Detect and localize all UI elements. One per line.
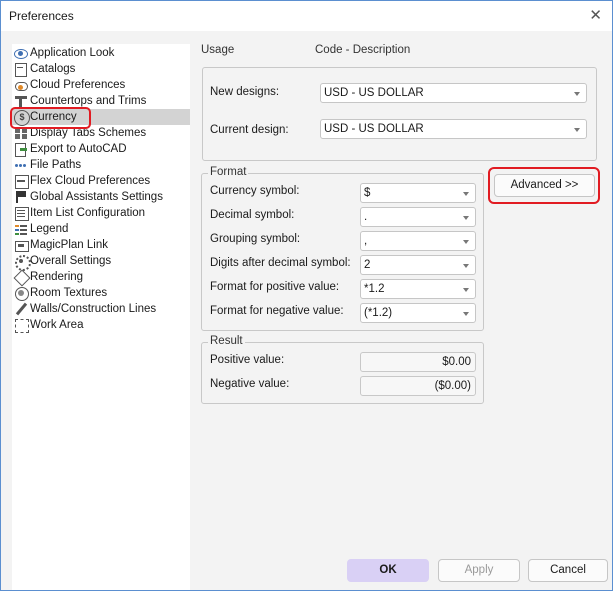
- tree-item-cloud-preferences[interactable]: Cloud Preferences: [12, 77, 190, 93]
- tree-item-label: Cloud Preferences: [30, 79, 126, 91]
- currency-symbol-value: $: [364, 187, 371, 199]
- positive-value-label: Positive value:: [210, 354, 285, 366]
- tree-item-label: Rendering: [30, 271, 84, 283]
- tree-item-label: File Paths: [30, 159, 82, 171]
- new-designs-label: New designs:: [210, 86, 280, 98]
- positive-format-label: Format for positive value:: [210, 281, 340, 293]
- digits-after-decimal-label: Digits after decimal symbol:: [210, 257, 351, 269]
- current-design-value: USD - US DOLLAR: [324, 123, 424, 135]
- tree-item-label: Catalogs: [30, 63, 76, 75]
- tree-item-label: Export to AutoCAD: [30, 143, 127, 155]
- current-design-label: Current design:: [210, 124, 289, 136]
- tree-item-rendering[interactable]: Rendering: [12, 269, 190, 285]
- tree-item-file-paths[interactable]: File Paths: [12, 157, 190, 173]
- magicplan-icon: [14, 238, 29, 252]
- tree-item-work-area[interactable]: Work Area: [12, 317, 190, 333]
- texture-icon: [14, 286, 29, 301]
- flag-icon: [14, 190, 28, 204]
- positive-value-field: $0.00: [360, 352, 476, 372]
- tree-item-flex-cloud-preferences[interactable]: Flex Cloud Preferences: [12, 173, 190, 189]
- decimal-symbol-select[interactable]: .: [360, 207, 476, 227]
- format-group-label: Format: [208, 166, 249, 178]
- legend-icon: [14, 222, 28, 236]
- flex-cloud-icon: [14, 174, 29, 189]
- negative-value-label: Negative value:: [210, 378, 290, 390]
- work-area-icon: [14, 318, 29, 333]
- chevron-down-icon: [463, 264, 469, 268]
- tree-item-label: Room Textures: [30, 287, 108, 299]
- negative-format-select[interactable]: (*1.2): [360, 303, 476, 323]
- dots-icon: [14, 158, 28, 172]
- gear-icon: [14, 254, 31, 271]
- tree-item-item-list-configuration[interactable]: Item List Configuration: [12, 205, 190, 221]
- window-title: Preferences: [9, 9, 74, 23]
- cloud-icon: [14, 78, 28, 92]
- tree-item-magicplan-link[interactable]: MagicPlan Link: [12, 237, 190, 253]
- tree-item-label: Item List Configuration: [30, 207, 146, 219]
- new-designs-select[interactable]: USD - US DOLLAR: [320, 83, 587, 103]
- tree-item-label: Countertops and Trims: [30, 95, 147, 107]
- digits-after-decimal-select[interactable]: 2: [360, 255, 476, 275]
- tree-item-walls-construction-lines[interactable]: Walls/Construction Lines: [12, 301, 190, 317]
- grouping-symbol-value: ,: [364, 235, 368, 247]
- export-icon: [14, 142, 28, 157]
- preferences-window: Preferences ✕ Application Look Catalogs …: [0, 0, 613, 591]
- usage-group: New designs: USD - US DOLLAR Current des…: [202, 67, 597, 161]
- eye-icon: [14, 46, 28, 60]
- grouping-symbol-label: Grouping symbol:: [210, 233, 301, 245]
- cube-icon: [14, 270, 28, 284]
- tree-item-application-look[interactable]: Application Look: [12, 45, 190, 61]
- countertop-icon: [14, 94, 28, 108]
- tree-item-label: Global Assistants Settings: [30, 191, 163, 203]
- book-icon: [14, 62, 28, 77]
- result-group-label: Result: [208, 335, 245, 347]
- decimal-symbol-label: Decimal symbol:: [210, 209, 295, 221]
- list-icon: [14, 206, 29, 221]
- tree-item-export-to-autocad[interactable]: Export to AutoCAD: [12, 141, 190, 157]
- chevron-down-icon: [463, 312, 469, 316]
- cancel-button[interactable]: Cancel: [528, 559, 608, 582]
- chevron-down-icon: [463, 288, 469, 292]
- chevron-down-icon: [574, 128, 580, 132]
- current-design-select[interactable]: USD - US DOLLAR: [320, 119, 587, 139]
- title-bar: Preferences ✕: [1, 1, 612, 31]
- chevron-down-icon: [463, 240, 469, 244]
- negative-format-value: (*1.2): [364, 307, 393, 319]
- tree-item-catalogs[interactable]: Catalogs: [12, 61, 190, 77]
- code-description-header: Code - Description: [315, 44, 411, 56]
- tree-item-global-assistants-settings[interactable]: Global Assistants Settings: [12, 189, 190, 205]
- negative-value-field: ($0.00): [360, 376, 476, 396]
- tree-item-room-textures[interactable]: Room Textures: [12, 285, 190, 301]
- tree-item-label: Walls/Construction Lines: [30, 303, 157, 315]
- apply-button[interactable]: Apply: [438, 559, 520, 582]
- format-group: Format Currency symbol: $ Decimal symbol…: [201, 166, 484, 331]
- new-designs-value: USD - US DOLLAR: [324, 87, 424, 99]
- pencil-icon: [14, 302, 28, 316]
- advanced-highlight-box: [488, 167, 600, 204]
- chevron-down-icon: [574, 92, 580, 96]
- digits-after-decimal-value: 2: [364, 259, 371, 271]
- grouping-symbol-select[interactable]: ,: [360, 231, 476, 251]
- positive-format-value: *1.2: [364, 283, 385, 295]
- tree-item-label: Application Look: [30, 47, 115, 59]
- chevron-down-icon: [463, 192, 469, 196]
- ok-button[interactable]: OK: [347, 559, 429, 582]
- result-group: Result Positive value: $0.00 Negative va…: [201, 335, 484, 404]
- positive-format-select[interactable]: *1.2: [360, 279, 476, 299]
- close-icon[interactable]: ✕: [589, 6, 602, 24]
- tree-item-label: MagicPlan Link: [30, 239, 108, 251]
- tree-item-legend[interactable]: Legend: [12, 221, 190, 237]
- currency-highlight-box: [10, 107, 91, 129]
- currency-symbol-label: Currency symbol:: [210, 185, 300, 197]
- negative-format-label: Format for negative value:: [210, 305, 344, 317]
- tree-item-label: Work Area: [30, 319, 84, 331]
- tree-item-label: Overall Settings: [30, 255, 112, 267]
- tree-item-label: Flex Cloud Preferences: [30, 175, 151, 187]
- chevron-down-icon: [463, 216, 469, 220]
- decimal-symbol-value: .: [364, 211, 368, 223]
- usage-header: Usage: [201, 44, 235, 56]
- tree-item-label: Legend: [30, 223, 69, 235]
- tree-item-overall-settings[interactable]: Overall Settings: [12, 253, 190, 271]
- currency-symbol-select[interactable]: $: [360, 183, 476, 203]
